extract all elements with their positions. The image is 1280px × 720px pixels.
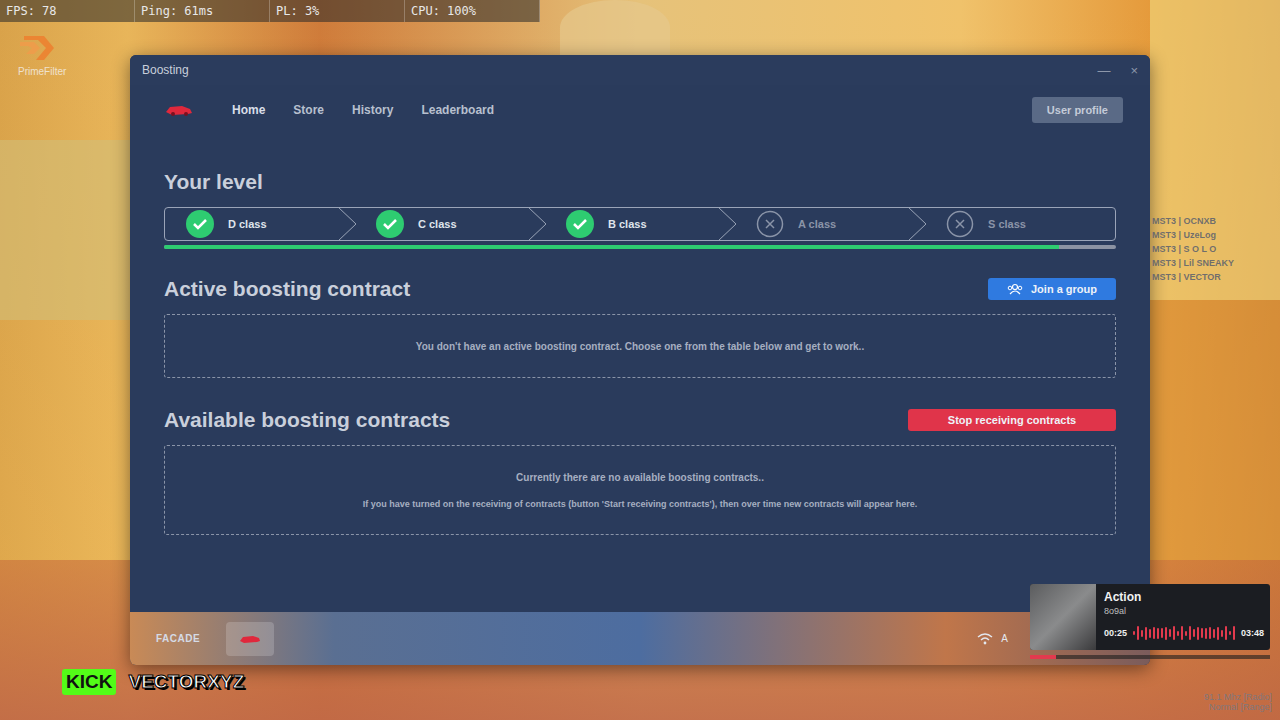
hud-stat: CPU: 100% [405,0,540,22]
nav-item[interactable]: Home [232,99,265,121]
hud-stat: Ping: 61ms [135,0,270,22]
taskbar-status: A [1001,633,1008,644]
check-icon [566,210,594,238]
car-icon [238,633,262,645]
waveform [1133,626,1235,640]
player-name: MST3 | VECTOR [1152,272,1234,282]
close-button[interactable]: × [1130,63,1138,78]
nav-bar: HomeStoreHistoryLeaderboardUser profile [164,95,1116,125]
check-icon [376,210,404,238]
level-step: B class [545,208,735,240]
hud-stats: FPS: 78Ping: 61msPL: 3%CPU: 100% [0,0,540,22]
level-progress [164,245,1116,249]
player-name: MST3 | S O L O [1152,244,1234,254]
radio-info: 91.1 Mhz [Radio]Normal [Range] [1204,692,1272,712]
minimize-button[interactable]: — [1097,63,1110,78]
song-artist: 8o9al [1104,606,1264,616]
player-name: MST3 | OCNXB [1152,216,1234,226]
player-name: MST3 | UzeLog [1152,230,1234,240]
primefilter-icon [18,32,58,64]
nav-menu: Home Store History Leaderboard [232,99,1032,121]
active-heading: Active boosting contract [164,277,410,301]
level-step: A class [735,208,925,240]
chevron-icon [907,207,927,241]
taskbar-app[interactable] [226,622,274,656]
group-icon [1007,283,1023,295]
level-step: C class [355,208,545,240]
cross-icon [946,210,974,238]
user-profile-button[interactable]: User profile [1032,97,1123,123]
music-player: Action 8o9al 00:25 03:48 [1030,584,1270,650]
chevron-icon [717,207,737,241]
album-art [1030,584,1096,650]
wifi-icon [977,633,993,645]
window-title: Boosting [142,63,189,77]
music-progress-fill [1030,655,1056,659]
hud-stat: PL: 3% [270,0,405,22]
radio-line: Normal [Range] [1209,702,1272,712]
stop-receiving-button[interactable]: Stop receiving contracts [908,409,1116,431]
platform-label: KICK [62,669,116,695]
cross-icon [756,210,784,238]
stream-tag: KICK VECTORXYZ [62,669,248,695]
level-heading: Your level [164,170,1116,194]
taskbar: FACADE A [130,612,1150,665]
player-name: MST3 | Lil SNEAKY [1152,258,1234,268]
primefilter-logo: PrimeFilter [18,32,66,77]
level-step: D class [165,208,355,240]
level-progress-fill [164,245,1059,249]
level-step: S class [925,208,1115,240]
car-logo-icon [164,103,194,117]
title-bar: Boosting — × [130,55,1150,85]
nav-item[interactable]: History [352,99,393,121]
boosting-window: Boosting — × Home Store History Leaderboard Use… [130,55,1150,665]
song-title: Action [1104,590,1264,604]
player-list: MST3 | OCNXB MST3 | UzeLog MST3 | S O L O M… [1152,216,1234,282]
nav-item[interactable]: Leaderboard [421,99,494,121]
radio-line: 91.1 Mhz [Radio] [1204,692,1272,702]
music-progress[interactable] [1030,655,1270,659]
available-contracts-box: Currently there are no available boostin… [164,445,1116,535]
level-steps: D classC classB classA classS class [164,207,1116,241]
taskbar-app[interactable]: FACADE [154,622,202,656]
nav-item[interactable]: Store [293,99,324,121]
chevron-icon [337,207,357,241]
elapsed-time: 00:25 [1104,628,1127,638]
join-group-button[interactable]: Join a group [988,278,1116,300]
available-heading: Available boosting contracts [164,408,450,432]
hud-stat: FPS: 78 [0,0,135,22]
total-time: 03:48 [1241,628,1264,638]
channel-label: VECTORXYZ [124,669,248,695]
chevron-icon [527,207,547,241]
check-icon [186,210,214,238]
active-contract-box: You don't have an active boosting contra… [164,314,1116,378]
